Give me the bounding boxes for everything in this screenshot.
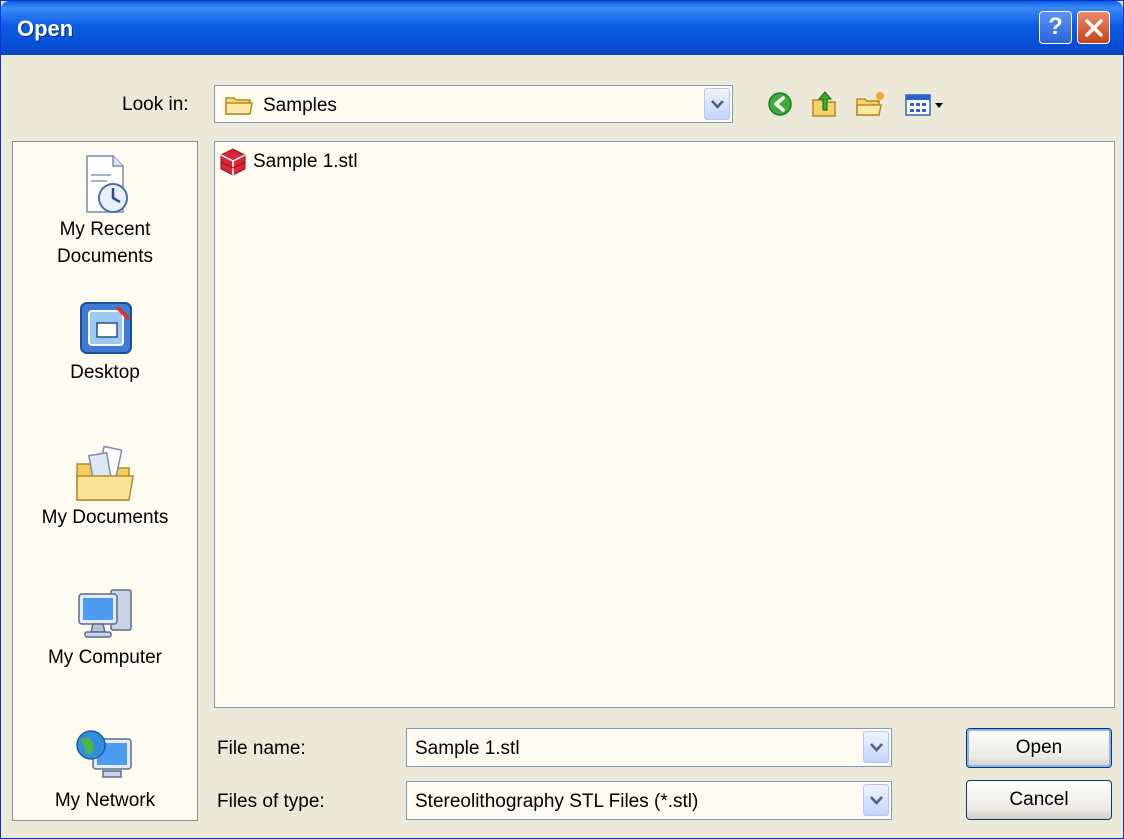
my-network-icon: [76, 730, 132, 778]
open-button-label: Open: [1015, 737, 1063, 758]
my-documents-icon: [76, 445, 134, 501]
my-computer-icon: [78, 589, 132, 638]
place-label: My Recent Documents: [56, 219, 154, 267]
up-folder-icon: [812, 91, 836, 117]
file-list[interactable]: Sample 1.stl: [214, 141, 1115, 708]
place-label: Desktop: [70, 362, 140, 383]
file-type-label: Files of type:: [217, 791, 325, 812]
look-in-combo[interactable]: Samples: [214, 85, 733, 123]
views-icon: [905, 94, 943, 116]
look-in-dropdown-button[interactable]: [704, 88, 730, 120]
file-name-label: File name:: [217, 738, 306, 759]
new-folder-icon: [856, 92, 884, 116]
file-item[interactable]: Sample 1.stl: [217, 147, 358, 177]
view-menu-button[interactable]: [901, 88, 951, 120]
file-name-field[interactable]: Sample 1.stl: [406, 728, 892, 767]
up-one-level-button[interactable]: [807, 88, 841, 120]
chevron-down-icon: [870, 743, 883, 752]
look-in-label: Look in:: [122, 94, 189, 115]
place-desktop[interactable]: Desktop: [13, 297, 197, 386]
place-label: My Documents: [41, 507, 169, 528]
file-type-select[interactable]: Stereolithography STL Files (*.stl): [406, 781, 892, 820]
place-my-documents[interactable]: My Documents: [13, 442, 197, 531]
desktop-icon: [80, 302, 132, 354]
back-arrow-icon: [768, 92, 792, 116]
chevron-down-icon: [870, 796, 883, 805]
place-my-recent-documents[interactable]: My Recent Documents: [13, 154, 197, 270]
file-type-value: Stereolithography STL Files (*.stl): [415, 791, 699, 812]
file-name-dropdown-button[interactable]: [863, 731, 889, 763]
file-name-value[interactable]: Sample 1.stl: [415, 738, 520, 760]
places-bar: My Recent Documents Desktop My Documents: [12, 141, 198, 821]
open-dialog: Open ? Look in: Samples My Recent Docume…: [0, 0, 1124, 839]
close-button[interactable]: [1077, 11, 1110, 44]
cancel-button[interactable]: Cancel: [966, 780, 1112, 820]
look-in-value: Samples: [263, 95, 337, 116]
back-button[interactable]: [763, 88, 797, 120]
close-icon: [1084, 19, 1103, 37]
help-button[interactable]: ?: [1039, 11, 1072, 44]
folder-icon: [225, 97, 253, 115]
window-title: Open: [17, 16, 74, 41]
stl-file-icon: [220, 148, 246, 176]
chevron-down-icon: [711, 100, 724, 109]
place-label: My Network: [54, 790, 156, 811]
recent-documents-icon: [86, 155, 128, 213]
create-new-folder-button[interactable]: [853, 88, 887, 120]
file-name: Sample 1.stl: [253, 151, 358, 172]
place-my-network[interactable]: My Network: [13, 725, 197, 814]
place-label: My Computer: [47, 647, 163, 668]
place-my-computer[interactable]: My Computer: [13, 582, 197, 671]
title-bar[interactable]: Open ?: [1, 1, 1123, 55]
file-type-dropdown-button[interactable]: [863, 784, 889, 816]
open-button[interactable]: Open: [966, 728, 1112, 768]
